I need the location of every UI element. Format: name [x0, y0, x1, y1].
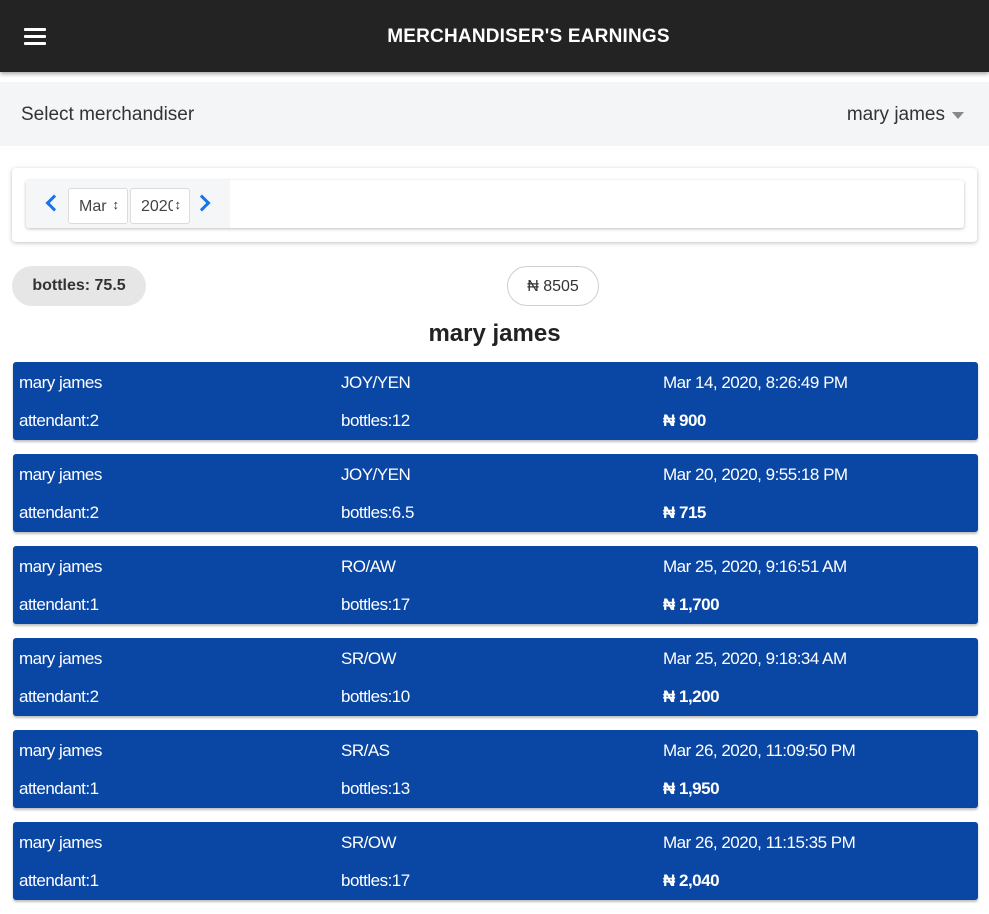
record-datetime: Mar 25, 2020, 9:16:51 AM: [663, 557, 847, 576]
record-outlet: SR/AS: [341, 741, 390, 760]
record-amount: ₦ 1,200: [663, 687, 720, 706]
year-stepper[interactable]: 2020: [130, 188, 190, 224]
record-bottles: bottles:6.5: [341, 503, 414, 522]
earning-record[interactable]: mary james JOY/YEN Mar 14, 2020, 8:26:49…: [13, 362, 978, 440]
earning-record[interactable]: mary james JOY/YEN Mar 20, 2020, 9:55:18…: [13, 454, 978, 532]
record-datetime: Mar 14, 2020, 8:26:49 PM: [663, 373, 848, 392]
merchandiser-name-heading: mary james: [428, 320, 561, 347]
record-datetime: Mar 20, 2020, 9:55:18 PM: [663, 465, 848, 484]
page-title: MERCHANDISER'S EARNINGS: [387, 26, 670, 47]
record-name: mary james: [19, 833, 102, 852]
record-bottles: bottles:13: [341, 779, 410, 798]
record-attendant: attendant:1: [19, 871, 99, 890]
record-bottles: bottles:17: [341, 871, 410, 890]
earning-record[interactable]: mary james RO/AW Mar 25, 2020, 9:16:51 A…: [13, 546, 978, 624]
record-name: mary james: [19, 741, 102, 760]
record-name: mary james: [19, 465, 102, 484]
earning-record[interactable]: mary james SR/OW Mar 25, 2020, 9:18:34 A…: [13, 638, 978, 716]
earning-record[interactable]: mary james SR/AS Mar 26, 2020, 11:09:50 …: [13, 730, 978, 808]
record-attendant: attendant:1: [19, 779, 99, 798]
record-name: mary james: [19, 649, 102, 668]
record-attendant: attendant:2: [19, 687, 99, 706]
record-amount: ₦ 715: [663, 503, 706, 522]
date-picker: Mar 2020: [26, 180, 964, 228]
record-bottles: bottles:10: [341, 687, 410, 706]
record-amount: ₦ 1,950: [663, 779, 720, 798]
record-datetime: Mar 26, 2020, 11:09:50 PM: [663, 741, 856, 760]
record-datetime: Mar 25, 2020, 9:18:34 AM: [663, 649, 847, 668]
bottles-total-chip: bottles: 75.5: [12, 266, 146, 306]
record-name: mary james: [19, 373, 102, 392]
app-bar: MERCHANDISER'S EARNINGS: [0, 0, 989, 72]
record-attendant: attendant:1: [19, 595, 99, 614]
record-outlet: JOY/YEN: [341, 373, 411, 392]
selector-label: Select merchandiser: [21, 104, 195, 125]
earning-record[interactable]: mary james SR/OW Mar 26, 2020, 11:15:35 …: [13, 822, 978, 900]
record-datetime: Mar 26, 2020, 11:15:35 PM: [663, 833, 856, 852]
record-name: mary james: [19, 557, 102, 576]
record-bottles: bottles:17: [341, 595, 410, 614]
record-attendant: attendant:2: [19, 503, 99, 522]
record-amount: ₦ 1,700: [663, 595, 720, 614]
chevron-left-icon[interactable]: [44, 194, 58, 212]
earnings-total-chip: ₦ 8505: [507, 266, 599, 306]
date-picker-card: Mar 2020: [12, 168, 977, 242]
caret-down-icon[interactable]: [952, 112, 964, 119]
record-outlet: RO/AW: [341, 557, 396, 576]
record-bottles: bottles:12: [341, 411, 410, 430]
record-amount: ₦ 2,040: [663, 871, 720, 890]
record-amount: ₦ 900: [663, 411, 706, 430]
date-controls: Mar 2020: [26, 180, 230, 228]
record-outlet: SR/OW: [341, 833, 397, 852]
merchandiser-dropdown[interactable]: mary james: [847, 104, 945, 126]
earnings-list: mary james JOY/YEN Mar 14, 2020, 8:26:49…: [13, 362, 978, 914]
merchandiser-selector: Select merchandiser mary james: [0, 82, 989, 146]
record-attendant: attendant:2: [19, 411, 99, 430]
month-stepper[interactable]: Mar: [68, 188, 128, 224]
chevron-right-icon[interactable]: [196, 194, 210, 212]
record-outlet: SR/OW: [341, 649, 397, 668]
record-outlet: JOY/YEN: [341, 465, 411, 484]
